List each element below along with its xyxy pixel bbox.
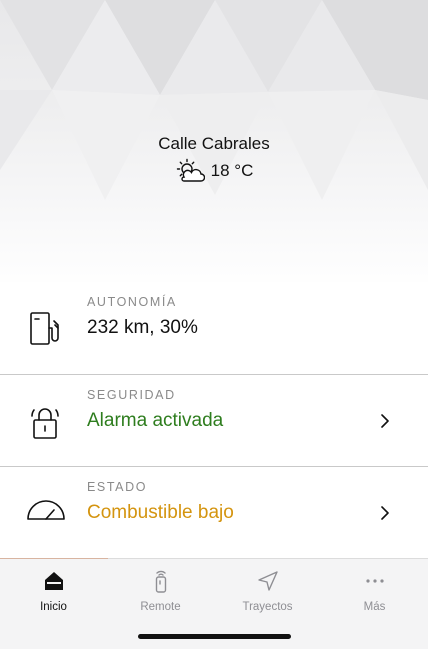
location-name: Calle Cabrales: [158, 134, 270, 153]
security-value: Alarma activada: [87, 410, 224, 431]
fuel-pump-icon: [30, 312, 59, 345]
tab-label: Más: [363, 601, 386, 613]
car-key-icon: [155, 570, 166, 593]
status-value: Combustible bajo: [87, 502, 234, 523]
more-dots-icon: [365, 579, 384, 583]
active-tab-indicator: [0, 558, 108, 559]
home-icon: [44, 572, 63, 590]
padlock-alarm-icon: [31, 408, 59, 439]
gauge-icon: [27, 500, 65, 520]
range-card: AUTONOMÍA 232 km, 30%: [0, 282, 428, 374]
range-value: 232 km, 30%: [87, 317, 198, 338]
security-label: SEGURIDAD: [87, 388, 176, 402]
tab-trayectos[interactable]: Trayectos: [214, 566, 321, 626]
hero-header: Calle Cabrales 18 °C: [0, 0, 428, 292]
security-card[interactable]: SEGURIDAD Alarma activada: [0, 375, 428, 467]
chevron-right-icon[interactable]: [378, 504, 392, 522]
partly-cloudy-icon: [176, 158, 205, 182]
temperature-value: 18 °C: [210, 161, 254, 180]
status-card[interactable]: ESTADO Combustible bajo: [0, 467, 428, 559]
tab-label: Remote: [140, 601, 181, 613]
weather-readout: 18 °C: [0, 158, 428, 184]
home-indicator[interactable]: [138, 634, 291, 639]
chevron-right-icon[interactable]: [378, 412, 392, 430]
tab-label: Inicio: [40, 601, 67, 613]
tab-mas[interactable]: Más: [321, 566, 428, 626]
range-label: AUTONOMÍA: [87, 295, 177, 309]
navigation-arrow-icon: [257, 571, 278, 591]
tab-label: Trayectos: [242, 601, 293, 613]
tab-inicio[interactable]: Inicio: [0, 566, 107, 626]
tab-remote[interactable]: Remote: [107, 566, 214, 626]
status-label: ESTADO: [87, 480, 148, 494]
tab-bar-border: [108, 558, 428, 559]
